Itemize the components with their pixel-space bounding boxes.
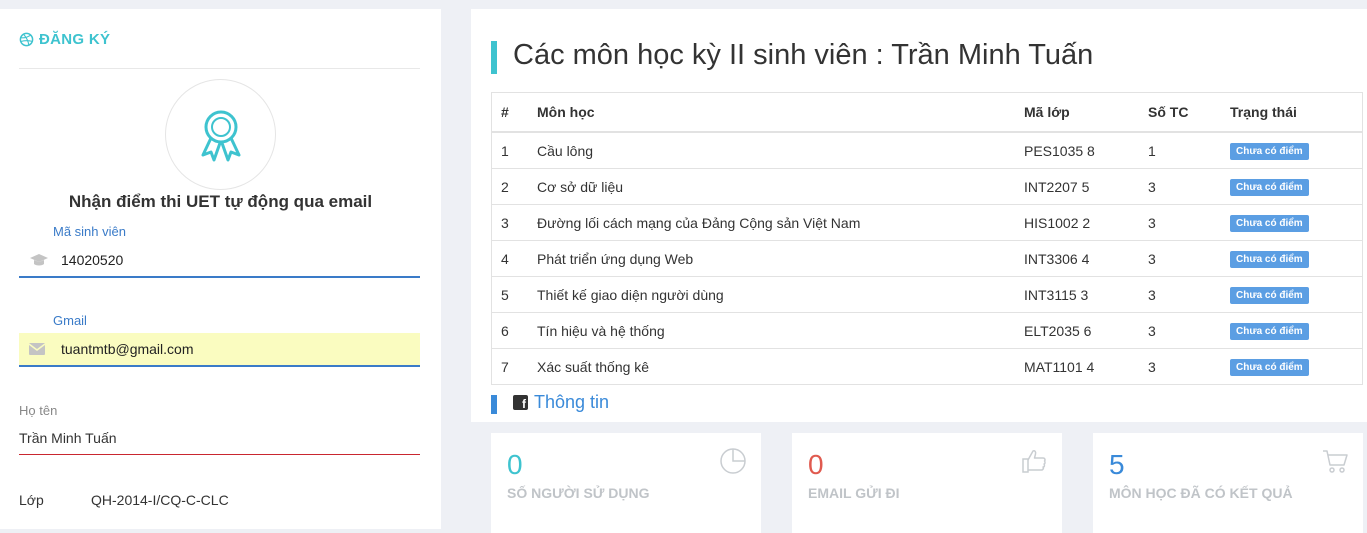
full-name-value[interactable]: Trần Minh Tuấn (19, 430, 117, 446)
table-row: 3 Đường lối cách mạng của Đảng Cộng sản … (491, 204, 1363, 241)
course-name: Phát triển ứng dụng Web (527, 240, 1016, 277)
pie-chart-icon (720, 448, 746, 474)
row-index: 2 (491, 168, 527, 205)
table-row: 6 Tín hiệu và hệ thống ELT2035 6 3 Chưa … (491, 312, 1363, 349)
info-heading: f Thông tin (513, 392, 609, 413)
credits: 3 (1140, 240, 1222, 277)
cart-icon (1323, 450, 1348, 473)
courses-table: # Môn học Mã lớp Số TC Trạng thái 1 Cầu … (491, 92, 1363, 385)
course-name: Đường lối cách mạng của Đảng Cộng sản Vi… (527, 204, 1016, 241)
student-id-value: 14020520 (61, 252, 124, 268)
stat-value: 5 (1109, 449, 1125, 480)
graduation-cap-icon (29, 253, 51, 267)
row-index: 6 (491, 312, 527, 349)
register-heading: ĐĂNG KÝ (19, 31, 110, 48)
class-code: PES1035 8 (1016, 131, 1140, 169)
table-row: 1 Cầu lông PES1035 8 1 Chưa có điểm (491, 131, 1363, 169)
stat-label: EMAIL GỬI ĐI (808, 485, 900, 501)
status-badge: Chưa có điểm (1230, 251, 1309, 268)
credits: 3 (1140, 312, 1222, 349)
course-name: Thiết kế giao diện người dùng (527, 276, 1016, 313)
class-code: ELT2035 6 (1016, 312, 1140, 349)
course-name: Cơ sở dữ liệu (527, 168, 1016, 205)
register-title: ĐĂNG KÝ (39, 31, 111, 48)
table-header-row: # Môn học Mã lớp Số TC Trạng thái (491, 92, 1363, 133)
course-name: Tín hiệu và hệ thống (527, 312, 1016, 349)
status-badge: Chưa có điểm (1230, 287, 1309, 304)
full-name-label: Họ tên (19, 403, 58, 418)
row-index: 4 (491, 240, 527, 277)
stat-label: SỐ NGƯỜI SỬ DỤNG (507, 485, 650, 501)
class-code: INT3115 3 (1016, 276, 1140, 313)
info-accent-bar (491, 395, 497, 414)
table-row: 4 Phát triển ứng dụng Web INT3306 4 3 Ch… (491, 240, 1363, 277)
course-name: Xác suất thống kê (527, 348, 1016, 385)
col-header-course: Môn học (527, 92, 1016, 133)
status-badge: Chưa có điểm (1230, 323, 1309, 340)
status-badge: Chưa có điểm (1230, 143, 1309, 160)
student-id-label: Mã sinh viên (53, 224, 126, 239)
gmail-label: Gmail (53, 313, 87, 328)
status-badge: Chưa có điểm (1230, 359, 1309, 376)
credits: 3 (1140, 348, 1222, 385)
dribbble-icon (19, 32, 34, 47)
col-header-class-code: Mã lớp (1016, 92, 1140, 133)
status-badge: Chưa có điểm (1230, 179, 1309, 196)
col-header-status: Trạng thái (1222, 92, 1363, 133)
stat-card-users: 0 SỐ NGƯỜI SỬ DỤNG (491, 433, 761, 533)
divider (19, 68, 420, 69)
info-title: Thông tin (534, 392, 610, 412)
credits: 3 (1140, 168, 1222, 205)
award-ribbon-icon (201, 110, 240, 161)
class-code: HIS1002 2 (1016, 204, 1140, 241)
col-header-credits: Số TC (1140, 92, 1222, 133)
courses-panel: Các môn học kỳ II sinh viên : Trần Minh … (471, 9, 1367, 533)
gmail-value: tuantmtb@gmail.com (61, 341, 194, 357)
row-index: 5 (491, 276, 527, 313)
student-id-field[interactable]: 14020520 (19, 244, 420, 278)
facebook-icon: f (513, 395, 528, 410)
status-badge: Chưa có điểm (1230, 215, 1309, 232)
class-value: QH-2014-I/CQ-C-CLC (91, 492, 229, 508)
class-code: MAT1101 4 (1016, 348, 1140, 385)
row-index: 3 (491, 204, 527, 241)
class-code: INT3306 4 (1016, 240, 1140, 277)
class-code: INT2207 5 (1016, 168, 1140, 205)
col-header-index: # (491, 92, 527, 133)
gmail-field[interactable]: tuantmtb@gmail.com (19, 333, 420, 367)
stat-value: 0 (507, 449, 523, 480)
row-index: 7 (491, 348, 527, 385)
title-accent-bar (491, 41, 497, 74)
stat-value: 0 (808, 449, 824, 480)
table-row: 2 Cơ sở dữ liệu INT2207 5 3 Chưa có điểm (491, 168, 1363, 205)
stat-card-emails: 0 EMAIL GỬI ĐI (792, 433, 1062, 533)
credits: 1 (1140, 131, 1222, 169)
page-title: Các môn học kỳ II sinh viên : Trần Minh … (513, 39, 1094, 71)
thumbs-up-icon (1022, 450, 1046, 473)
registration-panel: ĐĂNG KÝ Nhận điểm thi UET tự động qua em… (0, 9, 441, 529)
row-index: 1 (491, 131, 527, 169)
envelope-icon (29, 343, 51, 355)
credits: 3 (1140, 276, 1222, 313)
credits: 3 (1140, 204, 1222, 241)
stat-label: MÔN HỌC ĐÃ CÓ KẾT QUẢ (1109, 485, 1293, 501)
award-badge (165, 79, 276, 190)
stat-card-results: 5 MÔN HỌC ĐÃ CÓ KẾT QUẢ (1093, 433, 1363, 533)
full-name-underline (19, 454, 420, 455)
table-row: 5 Thiết kế giao diện người dùng INT3115 … (491, 276, 1363, 313)
class-label: Lớp (19, 492, 44, 508)
table-row: 7 Xác suất thống kê MAT1101 4 3 Chưa có … (491, 348, 1363, 385)
course-name: Cầu lông (527, 131, 1016, 169)
form-heading: Nhận điểm thi UET tự động qua email (68, 192, 373, 211)
